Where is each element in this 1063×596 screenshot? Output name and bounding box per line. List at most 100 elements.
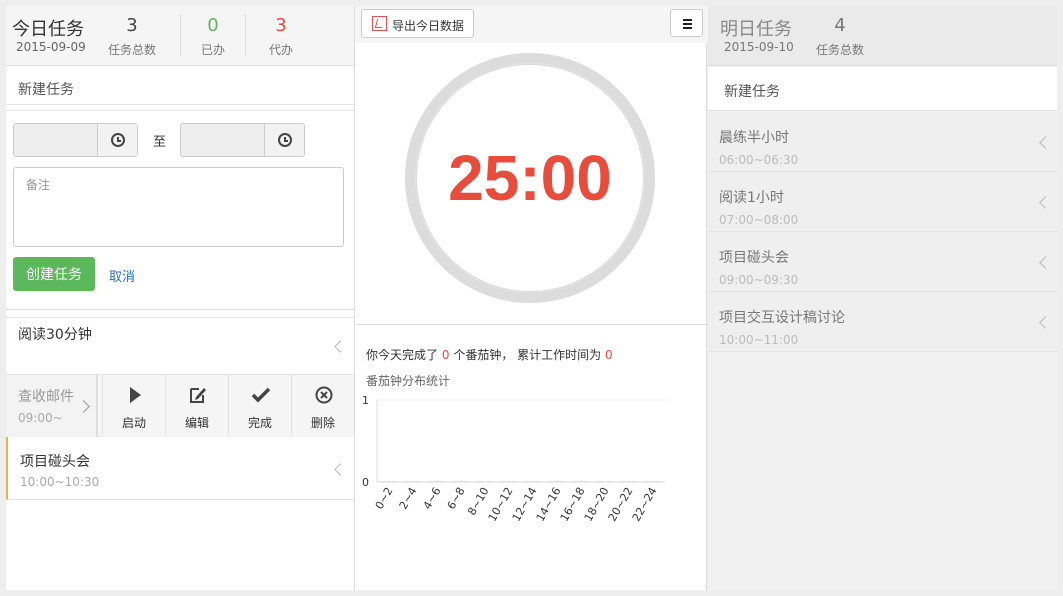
bar (428, 481, 446, 482)
today-title: 今日任务 (12, 19, 84, 40)
stat-divider (245, 14, 246, 56)
new-task-label: 新建任务 (724, 84, 780, 100)
stat-todo-value: 3 (275, 15, 287, 36)
timer-toolbar: 导出今日数据 (355, 6, 708, 43)
y-tick-label: 0 (362, 476, 369, 489)
task-item-swiped[interactable]: 查收邮件 09:00~ 启动 编辑 完成 删除 (6, 375, 354, 437)
tomorrow-count-label: 任务总数 (815, 43, 864, 57)
tomorrow-panel: 明日任务 2015-09-10 4 任务总数 新建任务 晨练半小时 06:00~… (708, 6, 1057, 590)
pdf-icon (372, 16, 387, 31)
check-icon (251, 387, 271, 403)
complete-action-button[interactable]: 完成 (228, 375, 291, 437)
chevron-right-icon (77, 400, 90, 413)
task-name: 晨练半小时 (719, 130, 789, 146)
task-name: 项目碰头会 (719, 250, 789, 266)
tomorrow-task-item[interactable]: 晨练半小时 06:00~06:30 (708, 112, 1057, 172)
tomorrow-task-item[interactable]: 项目交互设计稿讨论 10:00~11:00 (708, 292, 1057, 352)
task-name: 查收邮件 (18, 389, 74, 405)
bar (524, 481, 542, 482)
stat-divider (180, 14, 181, 56)
action-label: 删除 (310, 416, 335, 430)
action-label: 完成 (247, 416, 272, 430)
export-today-button[interactable]: 导出今日数据 (361, 9, 474, 38)
timer-display[interactable]: 25:00 (405, 141, 655, 215)
bar (644, 481, 662, 482)
bar (500, 481, 518, 482)
summary-prefix: 你今天完成了 (366, 348, 439, 362)
to-label: 至 (153, 135, 167, 150)
task-time: 07:00~08:00 (719, 213, 799, 227)
task-item[interactable]: 查收邮件 09:00~ (6, 375, 98, 437)
clock-icon (111, 133, 125, 147)
task-item[interactable]: 阅读30分钟 (6, 317, 354, 375)
task-time: 06:00~06:30 (719, 153, 799, 167)
stat-done-label: 已办 (200, 43, 225, 57)
stat-todo: 3 代办 (260, 16, 302, 58)
chevron-left-icon (1039, 316, 1052, 329)
new-task-toggle[interactable]: 新建任务 (6, 67, 354, 105)
x-tick-label: 4~6 (421, 485, 444, 512)
bar (380, 481, 398, 482)
cancel-link[interactable]: 取消 (109, 266, 135, 285)
start-time-input[interactable] (13, 123, 138, 157)
task-name: 阅读30分钟 (18, 327, 92, 343)
action-label: 编辑 (184, 416, 209, 430)
y-tick-label: 1 (362, 394, 369, 407)
create-task-button[interactable]: 创建任务 (13, 257, 95, 291)
task-name: 阅读1小时 (719, 190, 784, 206)
end-time-input[interactable] (180, 123, 305, 157)
action-label: 启动 (121, 416, 146, 430)
play-icon (130, 387, 141, 403)
bar (404, 481, 422, 482)
stat-total: 3 任务总数 (104, 16, 160, 58)
chevron-left-icon (334, 463, 347, 476)
today-header: 今日任务 2015-09-09 3 任务总数 0 已办 3 代办 (6, 6, 354, 66)
edit-action-button[interactable]: 编辑 (165, 375, 228, 437)
clock-icon (278, 133, 292, 147)
bar (620, 481, 638, 482)
start-action-button[interactable]: 启动 (102, 375, 165, 437)
bar (476, 481, 494, 482)
tomorrow-task-item[interactable]: 项目碰头会 09:00~09:30 (708, 232, 1057, 292)
start-time-picker-button[interactable] (97, 124, 137, 156)
chevron-left-icon (334, 340, 347, 353)
pomodoro-count: 0 (441, 348, 450, 362)
summary-middle: 个番茄钟， 累计工作时间为 (453, 348, 602, 362)
note-textarea[interactable] (13, 167, 344, 247)
stat-total-value: 3 (126, 15, 138, 36)
bar (596, 481, 614, 482)
chevron-left-icon (1039, 136, 1052, 149)
delete-action-button[interactable]: 删除 (291, 375, 354, 437)
tomorrow-title: 明日任务 (720, 19, 792, 40)
today-date: 2015-09-09 (16, 40, 86, 54)
task-time: 10:00~10:30 (20, 475, 100, 489)
x-tick-label: 0~2 (373, 485, 396, 512)
menu-button[interactable] (670, 9, 703, 37)
timer-panel: 导出今日数据 25:00 你今天完成了 0 个番茄钟， 累计工作时间为 0 番茄… (354, 6, 708, 590)
delete-icon (315, 386, 333, 404)
new-task-form: 至 创建任务 取消 (6, 110, 354, 310)
stat-done-value: 0 (207, 15, 219, 36)
task-time: 10:00~11:00 (719, 333, 799, 347)
work-time: 0 (604, 348, 613, 362)
today-panel: 今日任务 2015-09-09 3 任务总数 0 已办 3 代办 新建任务 至 (6, 6, 354, 590)
tomorrow-stat-total: 4 任务总数 (812, 16, 868, 58)
stat-done: 0 已办 (192, 16, 234, 58)
stat-todo-label: 代办 (268, 43, 293, 57)
end-time-picker-button[interactable] (264, 124, 304, 156)
export-label: 导出今日数据 (392, 19, 465, 33)
task-item[interactable]: 项目碰头会 10:00~10:30 (6, 437, 354, 500)
tomorrow-header: 明日任务 2015-09-10 4 任务总数 (708, 6, 1057, 66)
pomodoro-distribution-chart: 100~2 2~4 4~6 6~88~1010~1212~1414~1616~1818… (362, 394, 665, 524)
bar (548, 481, 566, 482)
divider (355, 324, 708, 325)
task-name: 项目交互设计稿讨论 (719, 310, 845, 326)
daily-summary: 你今天完成了 0 个番茄钟， 累计工作时间为 0 (366, 346, 613, 363)
tomorrow-new-task-toggle[interactable]: 新建任务 (708, 67, 1057, 111)
x-tick-label: 6~8 (445, 485, 468, 512)
x-tick-label: 2~4 (397, 485, 420, 512)
chevron-left-icon (1039, 256, 1052, 269)
bar (572, 481, 590, 482)
new-task-label: 新建任务 (18, 82, 74, 98)
tomorrow-task-item[interactable]: 阅读1小时 07:00~08:00 (708, 172, 1057, 232)
